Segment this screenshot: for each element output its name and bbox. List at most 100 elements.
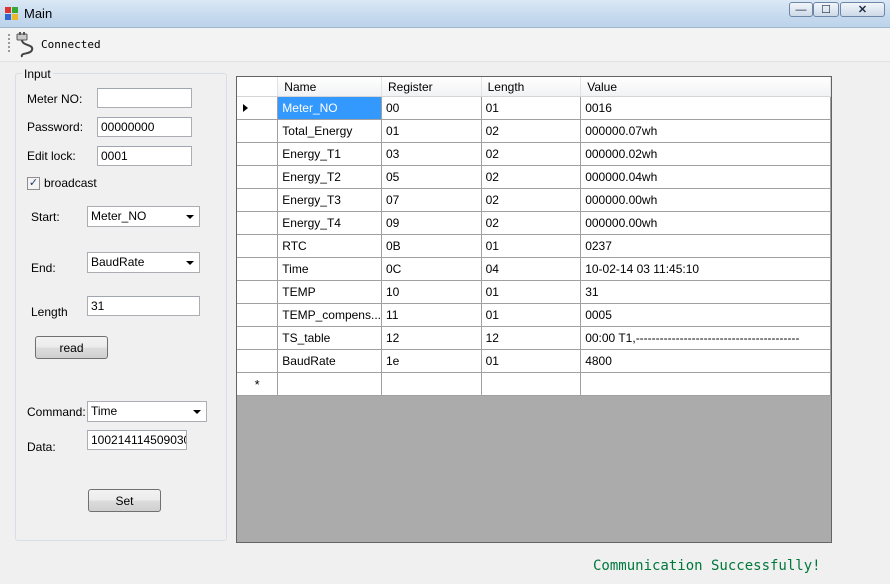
cell-length[interactable]: 01 — [481, 280, 582, 304]
command-select[interactable]: Time — [87, 401, 207, 422]
table-row[interactable]: Total_Energy 01 02 000000.07wh — [237, 119, 831, 143]
set-button[interactable]: Set — [88, 489, 161, 512]
cell-register[interactable]: 05 — [381, 165, 482, 189]
column-header-value[interactable]: Value — [580, 77, 831, 97]
row-header[interactable] — [237, 257, 279, 281]
data-input[interactable]: 1002141145090300 — [87, 430, 187, 450]
cell-register[interactable]: 09 — [381, 211, 482, 235]
cell-name[interactable]: BaudRate — [277, 349, 382, 373]
cell-length[interactable]: 02 — [481, 188, 582, 212]
row-header[interactable] — [237, 303, 279, 327]
column-header-length[interactable]: Length — [481, 77, 582, 97]
meter-no-input[interactable] — [97, 88, 192, 108]
broadcast-checkbox[interactable]: ✓ — [27, 177, 40, 190]
row-header[interactable] — [237, 280, 279, 304]
table-row[interactable]: RTC 0B 01 0237 — [237, 234, 831, 258]
password-input[interactable]: 00000000 — [97, 117, 192, 137]
new-row-cell[interactable] — [481, 372, 582, 396]
register-grid[interactable]: Name Register Length Value Meter_NO 00 01 0… — [236, 76, 832, 543]
cell-name[interactable]: Energy_T3 — [277, 188, 382, 212]
cell-register[interactable]: 0B — [381, 234, 482, 258]
table-row[interactable]: TEMP 10 01 31 — [237, 280, 831, 304]
cell-name[interactable]: RTC — [277, 234, 382, 258]
cell-value[interactable]: 000000.04wh — [580, 165, 831, 189]
cell-register[interactable]: 03 — [381, 142, 482, 166]
read-button[interactable]: read — [35, 336, 108, 359]
cell-length[interactable]: 02 — [481, 165, 582, 189]
cell-length[interactable]: 12 — [481, 326, 582, 350]
cell-length[interactable]: 01 — [481, 349, 582, 373]
table-row[interactable]: Energy_T3 07 02 000000.00wh — [237, 188, 831, 212]
start-select[interactable]: Meter_NO — [87, 206, 200, 227]
cell-value[interactable]: 4800 — [580, 349, 831, 373]
end-select[interactable]: BaudRate — [87, 252, 200, 273]
cell-name[interactable]: Energy_T1 — [277, 142, 382, 166]
cell-value[interactable]: 10-02-14 03 11:45:10 — [580, 257, 831, 281]
cell-value[interactable]: 00:00 T1,-------------------------------… — [580, 326, 831, 350]
cell-length[interactable]: 01 — [481, 234, 582, 258]
cell-length[interactable]: 02 — [481, 211, 582, 235]
minimize-button[interactable]: — — [789, 2, 813, 17]
cell-register[interactable]: 12 — [381, 326, 482, 350]
end-selected: BaudRate — [91, 255, 145, 269]
table-row[interactable]: TEMP_compens... 11 01 0005 — [237, 303, 831, 327]
cell-register[interactable]: 01 — [381, 119, 482, 143]
cell-register[interactable]: 07 — [381, 188, 482, 212]
new-row-header[interactable]: * — [237, 372, 279, 396]
cell-value[interactable]: 0005 — [580, 303, 831, 327]
cell-name[interactable]: Total_Energy — [277, 119, 382, 143]
new-row-cell[interactable] — [381, 372, 482, 396]
cell-name[interactable]: TEMP_compens... — [277, 303, 382, 327]
table-row[interactable]: Energy_T2 05 02 000000.04wh — [237, 165, 831, 189]
row-header[interactable] — [237, 96, 279, 120]
row-header[interactable] — [237, 349, 279, 373]
row-header[interactable] — [237, 142, 279, 166]
new-row[interactable]: * — [237, 372, 831, 396]
new-row-cell[interactable] — [580, 372, 831, 396]
cell-name[interactable]: TEMP — [277, 280, 382, 304]
cell-name[interactable]: Energy_T2 — [277, 165, 382, 189]
table-row[interactable]: TS_table 12 12 00:00 T1,-------------------… — [237, 326, 831, 350]
cell-length[interactable]: 04 — [481, 257, 582, 281]
cell-register[interactable]: 10 — [381, 280, 482, 304]
row-header[interactable] — [237, 326, 279, 350]
edit-lock-input[interactable]: 0001 — [97, 146, 192, 166]
cell-length[interactable]: 02 — [481, 142, 582, 166]
cell-value[interactable]: 000000.07wh — [580, 119, 831, 143]
close-button[interactable]: ✕ — [840, 2, 885, 17]
cell-value[interactable]: 31 — [580, 280, 831, 304]
cell-value[interactable]: 000000.00wh — [580, 211, 831, 235]
length-input[interactable]: 31 — [87, 296, 200, 316]
broadcast-label[interactable]: broadcast — [44, 176, 97, 190]
table-row[interactable]: Energy_T4 09 02 000000.00wh — [237, 211, 831, 235]
cell-value[interactable]: 0237 — [580, 234, 831, 258]
row-header[interactable] — [237, 211, 279, 235]
new-row-cell[interactable] — [277, 372, 382, 396]
table-row[interactable]: Energy_T1 03 02 000000.02wh — [237, 142, 831, 166]
table-row[interactable]: Meter_NO 00 01 0016 — [237, 96, 831, 120]
column-header-register[interactable]: Register — [381, 77, 482, 97]
cell-register[interactable]: 11 — [381, 303, 482, 327]
cell-value[interactable]: 000000.00wh — [580, 188, 831, 212]
table-row[interactable]: BaudRate 1e 01 4800 — [237, 349, 831, 373]
table-row[interactable]: Time 0C 04 10-02-14 03 11:45:10 — [237, 257, 831, 281]
row-header[interactable] — [237, 165, 279, 189]
row-header[interactable] — [237, 234, 279, 258]
cell-length[interactable]: 02 — [481, 119, 582, 143]
cell-length[interactable]: 01 — [481, 303, 582, 327]
cell-length[interactable]: 01 — [481, 96, 582, 120]
cell-name[interactable]: TS_table — [277, 326, 382, 350]
cell-name[interactable]: Meter_NO — [277, 96, 382, 120]
row-header[interactable] — [237, 188, 279, 212]
column-header-name[interactable]: Name — [277, 77, 382, 97]
cell-register[interactable]: 0C — [381, 257, 482, 281]
row-header[interactable] — [237, 119, 279, 143]
cell-name[interactable]: Energy_T4 — [277, 211, 382, 235]
cell-value[interactable]: 000000.02wh — [580, 142, 831, 166]
cell-name[interactable]: Time — [277, 257, 382, 281]
cell-register[interactable]: 1e — [381, 349, 482, 373]
title-bar[interactable]: Main — ☐ ✕ — [0, 0, 890, 28]
cell-register[interactable]: 00 — [381, 96, 482, 120]
maximize-button[interactable]: ☐ — [813, 2, 839, 17]
cell-value[interactable]: 0016 — [580, 96, 831, 120]
